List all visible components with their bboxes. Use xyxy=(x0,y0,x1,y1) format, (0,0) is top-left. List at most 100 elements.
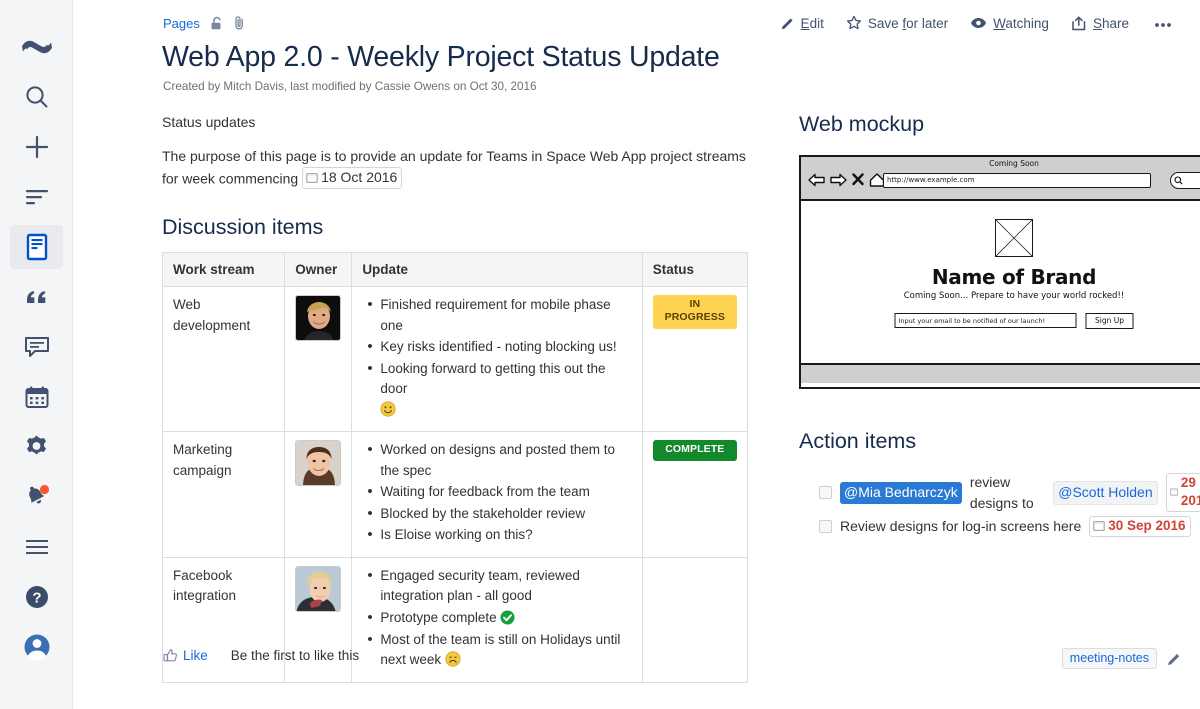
list-item: Prototype complete xyxy=(380,608,631,629)
create-plus-icon xyxy=(24,134,50,160)
calendar-small-icon xyxy=(1170,486,1178,498)
action-item-due-date[interactable]: 29 Sep 2016 xyxy=(1166,473,1200,512)
status-badge: IN PROGRESS xyxy=(653,295,737,328)
placeholder-cross-icon xyxy=(996,220,1032,256)
mockup-image-placeholder xyxy=(995,219,1033,257)
list-item-text: Looking forward to getting this out the … xyxy=(380,361,605,397)
action-item-due-date[interactable]: 30 Sep 2016 xyxy=(1089,516,1190,537)
menu-icon xyxy=(24,537,50,557)
sidebar-item-notifications[interactable] xyxy=(0,472,73,522)
th-status: Status xyxy=(642,253,747,287)
page-title: Web App 2.0 - Weekly Project Status Upda… xyxy=(162,40,720,74)
thumbs-up-icon xyxy=(163,648,178,663)
sidebar-item-confluence-logo[interactable] xyxy=(0,22,73,72)
watching-button[interactable]: Watching xyxy=(959,14,1060,33)
list-item-text: Prototype complete xyxy=(380,610,496,625)
more-actions-button[interactable] xyxy=(1140,14,1182,33)
page-byline: Created by Mitch Davis, last modified by… xyxy=(163,80,537,93)
mention-mia-bednarczyk[interactable]: @Mia Bednarczyk xyxy=(840,482,962,504)
action-item-checkbox[interactable] xyxy=(819,520,832,533)
like-note: Be the first to like this xyxy=(231,648,359,663)
list-item: Finished requirement for mobile phase on… xyxy=(380,295,631,336)
list-item-text: Most of the team is still on Holidays un… xyxy=(380,632,620,668)
cell-owner xyxy=(285,432,352,558)
cell-owner xyxy=(285,287,352,432)
global-sidebar: ? xyxy=(0,0,73,709)
frowning-face-emoji xyxy=(445,651,461,667)
avatar-female-brunette-image xyxy=(296,441,341,486)
left-column: Status updates The purpose of this page … xyxy=(162,112,762,683)
web-mockup-heading: Web mockup xyxy=(799,112,1200,138)
sidebar-item-calendars[interactable] xyxy=(0,372,73,422)
mockup-url-bar[interactable]: http://www.example.com xyxy=(883,173,1151,188)
due-date-text: 29 Sep 2016 xyxy=(1181,474,1200,510)
like-button[interactable]: Like xyxy=(163,648,208,663)
mockup-search-box[interactable] xyxy=(1170,172,1200,189)
avatar[interactable] xyxy=(295,566,341,612)
list-item: Worked on designs and posted them to the… xyxy=(380,440,631,481)
forward-arrow-icon xyxy=(830,173,847,187)
purpose-text-b: week commencing xyxy=(182,171,298,187)
update-bullets: Finished requirement for mobile phase on… xyxy=(362,295,631,420)
due-date-text: 30 Sep 2016 xyxy=(1108,517,1185,535)
list-item: Most of the team is still on Holidays un… xyxy=(380,630,631,671)
web-mockup-image[interactable]: Coming Soon xyxy=(799,155,1200,389)
save-for-later-label: Save for later xyxy=(868,16,948,31)
date-lozenge-commencing[interactable]: 18 Oct 2016 xyxy=(302,167,402,189)
cell-owner xyxy=(285,557,352,682)
list-item: Engaged security team, reviewed integrat… xyxy=(380,566,631,607)
app-root: ? Edit Save xyxy=(0,0,1200,709)
sidebar-item-comments[interactable] xyxy=(0,322,73,372)
mockup-signup-button[interactable]: Sign Up xyxy=(1086,313,1134,329)
sidebar-item-search[interactable] xyxy=(0,72,73,122)
mention-scott-holden[interactable]: @Scott Holden xyxy=(1053,481,1157,505)
status-badge: COMPLETE xyxy=(653,440,737,460)
comment-icon xyxy=(23,335,51,359)
share-button[interactable]: Share xyxy=(1060,14,1140,33)
action-item-checkbox[interactable] xyxy=(819,486,832,499)
sidebar-item-menu[interactable] xyxy=(0,522,73,572)
save-for-later-button[interactable]: Save for later xyxy=(835,13,959,33)
confluence-logo-icon xyxy=(20,30,54,64)
table-row: Marketing campaign xyxy=(163,432,748,558)
sidebar-item-pages[interactable] xyxy=(0,222,73,272)
paperclip-icon[interactable] xyxy=(233,15,246,31)
action-items-heading: Action items xyxy=(799,429,1200,455)
unlocked-padlock-icon[interactable] xyxy=(209,16,224,31)
edit-labels-pencil-icon[interactable] xyxy=(1167,651,1182,666)
sidebar-item-create[interactable] xyxy=(0,122,73,172)
page-actions-toolbar: Edit Save for later Watching xyxy=(770,13,1182,33)
share-icon xyxy=(1071,16,1087,31)
sidebar-item-help[interactable]: ? xyxy=(0,572,73,622)
table-row: Web development xyxy=(163,287,748,432)
sidebar-item-settings[interactable] xyxy=(0,422,73,472)
right-column: Web mockup Coming Soon xyxy=(799,112,1200,539)
profile-avatar-icon xyxy=(23,633,51,661)
action-items-list: @Mia Bednarczyk review designs to @Scott… xyxy=(799,472,1200,537)
mockup-email-input[interactable]: Input your email to be notified of our l… xyxy=(895,313,1077,328)
label-chip-meeting-notes[interactable]: meeting-notes xyxy=(1062,648,1157,669)
like-row: Like Be the first to like this xyxy=(163,648,359,663)
sidebar-item-blog[interactable] xyxy=(0,272,73,322)
list-item: Looking forward to getting this out the … xyxy=(380,359,631,421)
breadcrumb: Pages xyxy=(163,15,246,31)
sidebar-item-profile[interactable] xyxy=(0,622,73,672)
mockup-brand-name: Name of Brand xyxy=(801,265,1200,289)
help-icon: ? xyxy=(24,584,50,610)
feed-lines-icon xyxy=(24,187,50,207)
watching-label: Watching xyxy=(993,16,1049,31)
purpose-paragraph: The purpose of this page is to provide a… xyxy=(162,146,762,191)
list-item: Key risks identified - noting blocking u… xyxy=(380,337,631,358)
sidebar-item-feed[interactable] xyxy=(0,172,73,222)
mockup-signup-form: Input your email to be notified of our l… xyxy=(895,313,1134,329)
cell-update: Finished requirement for mobile phase on… xyxy=(352,287,642,432)
avatar[interactable] xyxy=(295,295,341,341)
calendar-icon xyxy=(24,385,50,410)
mockup-browser-chrome: Coming Soon xyxy=(801,157,1200,201)
edit-button[interactable]: Edit xyxy=(770,14,835,33)
magnifier-icon xyxy=(1174,176,1183,185)
bell-icon xyxy=(22,483,52,511)
avatar[interactable] xyxy=(295,440,341,486)
breadcrumb-pages-link[interactable]: Pages xyxy=(163,16,200,31)
cell-work-stream: Facebook integration xyxy=(163,557,285,682)
